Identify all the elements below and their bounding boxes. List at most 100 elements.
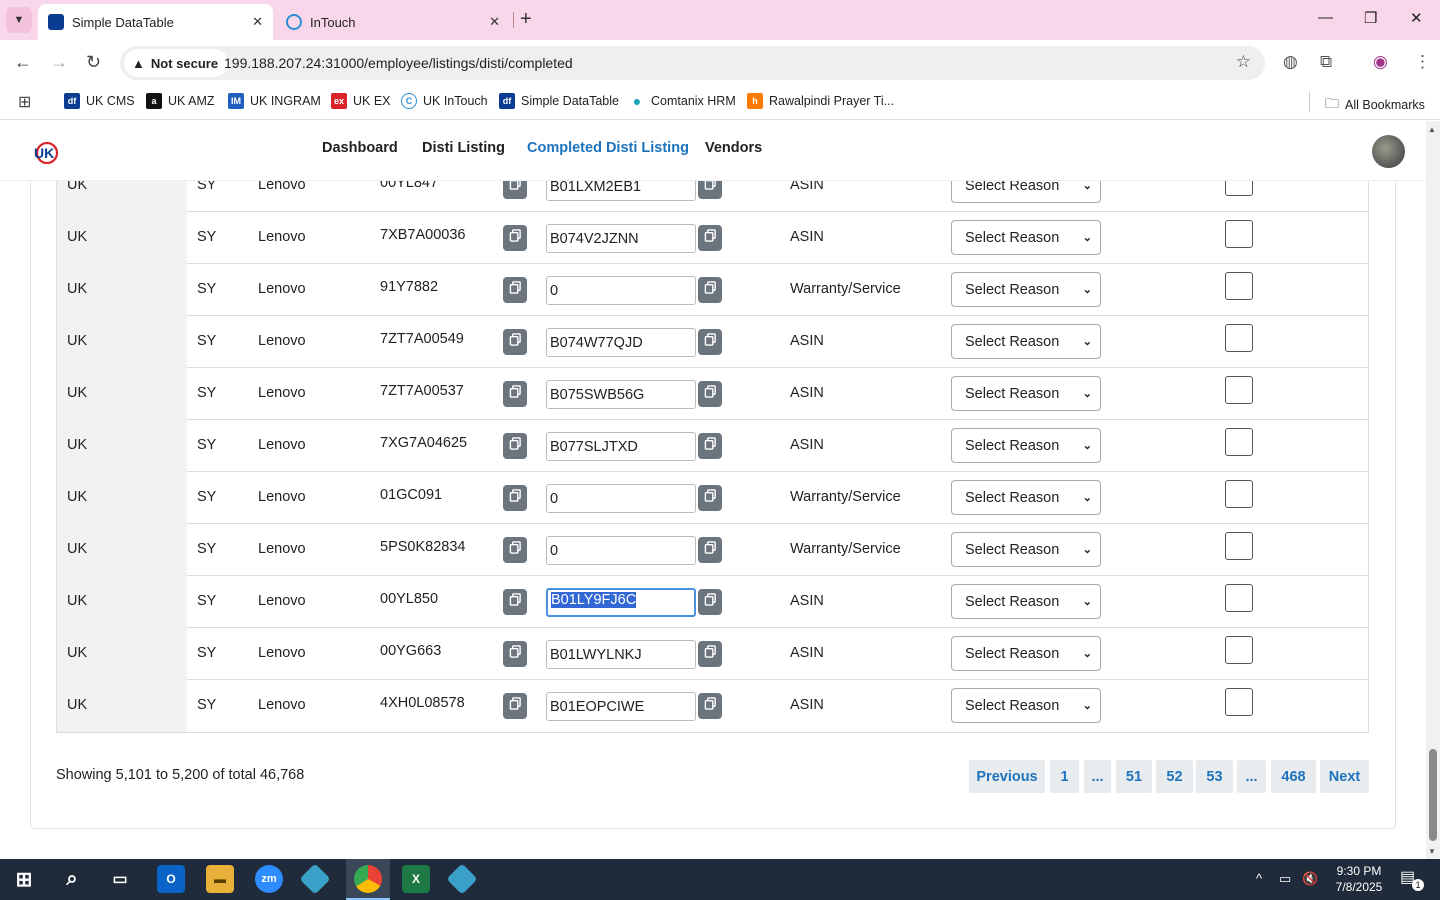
windows-start-icon[interactable]: ⊞ <box>10 865 38 893</box>
all-bookmarks[interactable]: 🗀 All Bookmarks <box>1325 93 1425 117</box>
asin-input[interactable]: B01LY9FJ6C <box>546 588 696 617</box>
scroll-up-icon[interactable]: ▲ <box>1428 125 1436 134</box>
copy-part-button[interactable] <box>503 433 527 459</box>
page-scrollbar[interactable]: ▲ ▼ <box>1426 121 1440 859</box>
outlook-icon[interactable]: O <box>157 865 185 893</box>
forward-arrow-icon[interactable]: → <box>50 52 68 73</box>
asin-input[interactable] <box>546 536 696 565</box>
pagination-previous-button[interactable]: Previous <box>969 760 1045 793</box>
row-checkbox[interactable] <box>1225 220 1253 248</box>
copy-asin-button[interactable] <box>698 277 722 303</box>
back-arrow-icon[interactable]: ← <box>14 52 32 73</box>
tab-search-chevron-icon[interactable]: ▼ <box>6 7 32 33</box>
tab-simple-datatable[interactable]: Simple DataTable ✕ <box>38 4 273 40</box>
profile-icon[interactable]: ◉ <box>1373 52 1388 72</box>
nav-disti-listing[interactable]: Disti Listing <box>422 140 505 156</box>
bookmark-rawalpindi-prayer[interactable]: h Rawalpindi Prayer Ti... <box>747 93 894 109</box>
row-checkbox[interactable] <box>1225 636 1253 664</box>
avatar[interactable] <box>1372 135 1405 168</box>
asin-input[interactable] <box>546 640 696 669</box>
asin-input[interactable] <box>546 224 696 253</box>
bookmark-uk-intouch[interactable]: C UK InTouch <box>401 93 488 109</box>
copy-part-button[interactable] <box>503 225 527 251</box>
scroll-thumb[interactable] <box>1429 749 1437 841</box>
excel-icon[interactable]: X <box>402 865 430 893</box>
pagination-page-button[interactable]: 51 <box>1116 760 1152 793</box>
reason-select[interactable]: Select Reason ⌄ <box>951 636 1101 671</box>
close-icon[interactable]: ✕ <box>252 14 263 30</box>
bookmark-simple-datatable[interactable]: df Simple DataTable <box>499 93 619 109</box>
copy-asin-button[interactable] <box>698 641 722 667</box>
pagination-page-button[interactable]: 52 <box>1156 760 1193 793</box>
copy-part-button[interactable] <box>503 485 527 511</box>
copy-asin-button[interactable] <box>698 537 722 563</box>
pagination-page-button[interactable]: ... <box>1084 760 1111 793</box>
chrome-icon[interactable] <box>354 865 382 893</box>
nav-completed-disti-listing[interactable]: Completed Disti Listing <box>527 140 689 156</box>
asin-input[interactable] <box>546 692 696 721</box>
menu-kebab-icon[interactable]: ⋮ <box>1414 52 1431 72</box>
row-checkbox[interactable] <box>1225 532 1253 560</box>
copy-asin-button[interactable] <box>698 433 722 459</box>
copy-asin-button[interactable] <box>698 381 722 407</box>
tab-intouch[interactable]: InTouch ✕ <box>276 4 510 40</box>
task-view-icon[interactable]: ▭ <box>106 865 134 893</box>
url-text[interactable]: 199.188.207.24:31000/employee/listings/d… <box>224 55 573 71</box>
copy-asin-button[interactable] <box>698 589 722 615</box>
minimize-icon[interactable]: — <box>1318 9 1333 26</box>
pagination-page-button[interactable]: 468 <box>1271 760 1316 793</box>
reason-select[interactable]: Select Reason ⌄ <box>951 532 1101 567</box>
pagination-page-button[interactable]: ... <box>1237 760 1266 793</box>
close-icon[interactable]: ✕ <box>489 14 500 30</box>
copy-part-button[interactable] <box>503 381 527 407</box>
copy-part-button[interactable] <box>503 277 527 303</box>
reason-select[interactable]: Select Reason ⌄ <box>951 324 1101 359</box>
restore-icon[interactable]: ❐ <box>1364 9 1377 27</box>
copy-part-button[interactable] <box>503 693 527 719</box>
security-chip[interactable]: ▲ Not secure <box>124 49 229 77</box>
search-icon[interactable]: ⌕ <box>58 865 86 893</box>
pagination-next-button[interactable]: Next <box>1320 760 1369 793</box>
copy-part-button[interactable] <box>503 589 527 615</box>
reload-icon[interactable]: ↻ <box>86 52 101 73</box>
nav-vendors[interactable]: Vendors <box>705 140 762 156</box>
tray-chevron-up-icon[interactable]: ^ <box>1256 871 1262 886</box>
pagination-page-button[interactable]: 1 <box>1050 760 1079 793</box>
row-checkbox[interactable] <box>1225 480 1253 508</box>
nav-dashboard[interactable]: Dashboard <box>322 140 398 156</box>
copy-part-button[interactable] <box>503 641 527 667</box>
bookmark-uk-ingram[interactable]: IM UK INGRAM <box>228 93 321 109</box>
bookmark-uk-ex[interactable]: ex UK EX <box>331 93 391 109</box>
asin-input[interactable] <box>546 380 696 409</box>
app-diamond-icon[interactable] <box>299 863 331 895</box>
copy-part-button[interactable] <box>503 329 527 355</box>
globe-icon[interactable]: ◍ <box>1283 52 1298 72</box>
taskbar-clock[interactable]: 9:30 PM 7/8/2025 <box>1328 863 1390 895</box>
copy-asin-button[interactable] <box>698 225 722 251</box>
apps-grid-icon[interactable]: ⊞ <box>18 92 31 112</box>
app-diamond-icon-2[interactable] <box>446 863 478 895</box>
asin-input[interactable] <box>546 328 696 357</box>
scroll-down-icon[interactable]: ▼ <box>1428 847 1436 856</box>
extensions-puzzle-icon[interactable]: ⧉ <box>1320 52 1332 72</box>
row-checkbox[interactable] <box>1225 272 1253 300</box>
reason-select[interactable]: Select Reason ⌄ <box>951 220 1101 255</box>
bookmark-comtanix-hrm[interactable]: ● Comtanix HRM <box>629 93 736 109</box>
reason-select[interactable]: Select Reason ⌄ <box>951 688 1101 723</box>
reason-select[interactable]: Select Reason ⌄ <box>951 272 1101 307</box>
bookmark-uk-amz[interactable]: a UK AMZ <box>146 93 215 109</box>
file-explorer-icon[interactable]: ▬ <box>206 865 234 893</box>
zoom-icon[interactable]: zm <box>255 865 283 893</box>
pagination-page-button[interactable]: 53 <box>1196 760 1233 793</box>
copy-asin-button[interactable] <box>698 329 722 355</box>
row-checkbox[interactable] <box>1225 428 1253 456</box>
row-checkbox[interactable] <box>1225 688 1253 716</box>
asin-input[interactable] <box>546 432 696 461</box>
address-bar[interactable]: ▲ Not secure 199.188.207.24:31000/employ… <box>120 46 1265 80</box>
asin-input[interactable] <box>546 484 696 513</box>
uk-logo-icon[interactable]: UK <box>32 138 60 166</box>
window-close-icon[interactable]: ✕ <box>1410 9 1423 27</box>
row-checkbox[interactable] <box>1225 584 1253 612</box>
copy-part-button[interactable] <box>503 537 527 563</box>
bookmark-star-icon[interactable]: ☆ <box>1236 52 1251 72</box>
